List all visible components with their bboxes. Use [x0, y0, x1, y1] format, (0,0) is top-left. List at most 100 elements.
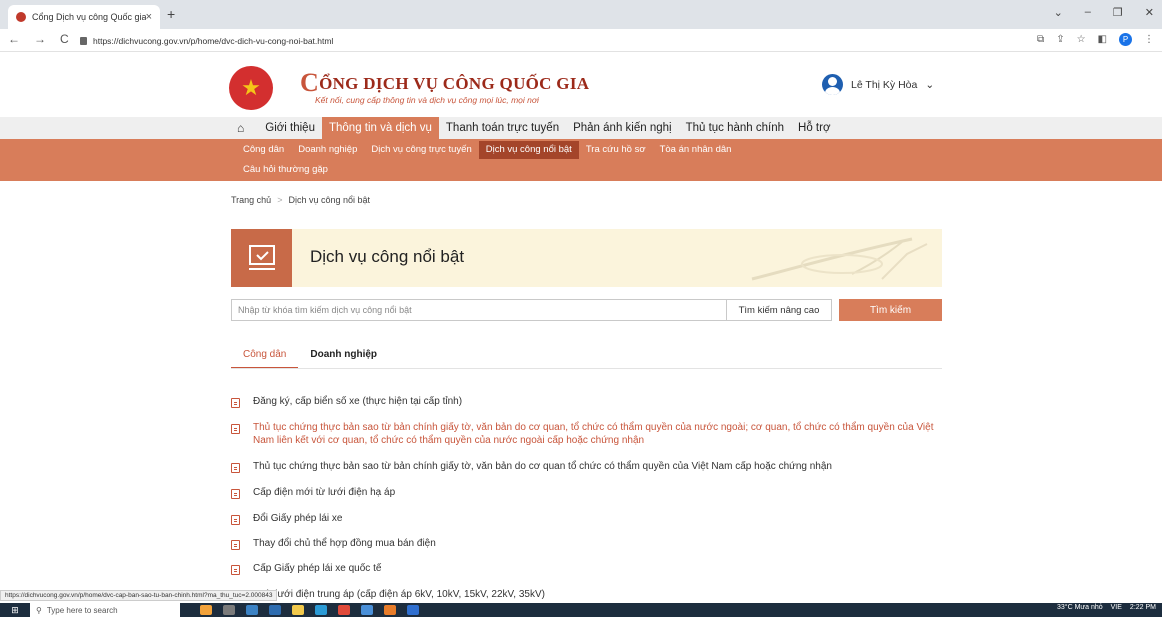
service-title[interactable]: Đổi Giấy phép lái xe — [253, 513, 943, 526]
service-list-item[interactable]: Thay đổi chủ thể hợp đồng mua bán điện — [231, 538, 943, 551]
mail-icon[interactable] — [269, 605, 281, 615]
service-title[interactable]: Đăng ký, cấp biển số xe (thực hiện tại c… — [253, 396, 943, 409]
subnav-item-dich-vu-cong-noi-bat[interactable]: Dịch vụ công nổi bật — [478, 141, 579, 159]
subnav-item-doanh-nghiep[interactable]: Doanh nghiệp — [291, 141, 364, 159]
reload-icon[interactable]: C — [60, 32, 69, 46]
tab-cong-dan[interactable]: Công dân — [231, 345, 299, 369]
tab-search-icon[interactable]: ⌄ — [1054, 6, 1063, 19]
store-icon[interactable] — [361, 605, 373, 615]
browser-toolbar-icons: ⧉ ⇪ ☆ ◧ P ⋮ — [1037, 33, 1154, 46]
nav-item-thanh-toan-truc-tuyen[interactable]: Thanh toán trực tuyến — [439, 117, 566, 139]
home-icon[interactable]: ⌂ — [237, 121, 244, 135]
subnav-item-dich-vu-cong-truc-tuyen[interactable]: Dịch vụ công trực tuyến — [364, 141, 478, 159]
service-list-item[interactable]: Cấp điện mới từ lưới điện hạ áp — [231, 487, 943, 500]
browser-tab-bar: Cổng Dịch vụ công Quốc gia × + ⌄ – ❐ ✕ — [0, 0, 1162, 29]
system-tray: 33°C Mưa nhỏ VIE 2:22 PM — [1057, 604, 1156, 611]
lock-icon[interactable] — [80, 36, 87, 45]
chevron-down-icon: ⌄ — [925, 78, 935, 91]
word-icon[interactable] — [407, 605, 419, 615]
forward-arrow-icon[interactable]: → — [34, 32, 46, 46]
main-navigation: ⌂ Giới thiệu Thông tin và dịch vụ Thanh to… — [0, 117, 1162, 139]
national-emblem-logo[interactable]: ★ — [229, 66, 273, 110]
service-title[interactable]: Thay đổi chủ thể hợp đồng mua bán điện — [253, 538, 943, 551]
service-title[interactable]: Thủ tục chứng thực bản sao từ bản chính … — [253, 461, 943, 474]
page-title: Dịch vụ công nổi bật — [310, 247, 465, 266]
taskbar-apps — [200, 605, 419, 615]
taskbar-search[interactable]: ⚲ Type here to search — [30, 603, 180, 617]
service-list-item[interactable]: Thủ tục chứng thực bản sao từ bản chính … — [231, 461, 943, 474]
service-list-item[interactable]: Đổi Giấy phép lái xe — [231, 513, 943, 526]
bronze-drum-pattern-icon — [751, 237, 928, 281]
audience-tabs: Công dân Doanh nghiệp — [231, 345, 389, 369]
tab-close-icon[interactable]: × — [146, 11, 152, 23]
document-icon — [231, 424, 240, 434]
app-icon[interactable] — [200, 605, 212, 615]
back-arrow-icon[interactable]: ← — [8, 32, 20, 46]
app-icon[interactable] — [384, 605, 396, 615]
service-title[interactable]: Thủ tục chứng thực bản sao từ bản chính … — [253, 422, 943, 447]
link-status-bar: https://dichvucong.gov.vn/p/home/dvc-cap… — [0, 590, 278, 601]
service-list-item[interactable]: Thủ tục chứng thực bản sao từ bản chính … — [231, 422, 943, 447]
language-indicator[interactable]: VIE — [1111, 604, 1122, 611]
user-menu[interactable]: Lê Thị Kỳ Hòa ⌄ — [822, 74, 934, 95]
document-icon — [231, 398, 240, 408]
advanced-search-button[interactable]: Tìm kiếm nâng cao — [726, 300, 831, 320]
document-icon — [231, 565, 240, 575]
search-icon: ⚲ — [36, 605, 42, 615]
sidebar-icon[interactable]: ◧ — [1098, 34, 1107, 45]
subnav-item-cau-hoi-thuong-gap[interactable]: Câu hỏi thường gặp — [236, 161, 335, 179]
close-window-button[interactable]: ✕ — [1145, 6, 1154, 19]
nav-item-thong-tin-va-dich-vu[interactable]: Thông tin và dịch vụ — [321, 117, 439, 139]
translate-icon[interactable]: ⧉ — [1037, 34, 1044, 45]
subnav-item-cong-dan[interactable]: Công dân — [236, 141, 291, 159]
minimize-button[interactable]: – — [1085, 6, 1091, 19]
share-icon[interactable]: ⇪ — [1056, 34, 1064, 45]
file-explorer-icon[interactable] — [292, 605, 304, 615]
breadcrumb-current: Dịch vụ công nổi bật — [288, 195, 371, 205]
list-item-partial[interactable]: từ lưới điện trung áp (cấp điện áp 6kV, … — [263, 589, 545, 600]
nav-item-gioi-thieu[interactable]: Giới thiệu — [258, 117, 322, 139]
site-subtitle: Kết nối, cung cấp thông tin và dịch vụ c… — [315, 95, 539, 105]
tabs-divider — [231, 368, 942, 369]
search-button[interactable]: Tìm kiếm — [839, 299, 942, 321]
edge-icon[interactable] — [246, 605, 258, 615]
url-field[interactable]: https://dichvucong.gov.vn/p/home/dvc-dic… — [80, 32, 1040, 49]
service-title[interactable]: Cấp điện mới từ lưới điện hạ áp — [253, 487, 943, 500]
weather-text[interactable]: 33°C Mưa nhỏ — [1057, 604, 1103, 611]
star-icon: ★ — [241, 75, 261, 100]
chrome-icon[interactable] — [338, 605, 350, 615]
maximize-button[interactable]: ❐ — [1113, 6, 1123, 19]
service-title[interactable]: Cấp Giấy phép lái xe quốc tế — [253, 563, 943, 576]
service-list-item[interactable]: Cấp Giấy phép lái xe quốc tế — [231, 563, 943, 576]
document-icon — [231, 540, 240, 550]
new-tab-button[interactable]: + — [167, 6, 175, 22]
app-icon[interactable] — [315, 605, 327, 615]
browser-tab[interactable]: Cổng Dịch vụ công Quốc gia × — [8, 5, 160, 29]
subnav-item-toa-an-nhan-dan[interactable]: Tòa án nhân dân — [653, 141, 739, 159]
search-bar: Tìm kiếm nâng cao — [231, 299, 832, 321]
nav-item-phan-anh-kien-nghi[interactable]: Phản ánh kiến nghị — [566, 117, 678, 139]
page-banner: Dịch vụ công nổi bật — [231, 229, 942, 287]
browser-menu-icon[interactable]: ⋮ — [1144, 34, 1154, 45]
breadcrumb-home[interactable]: Trang chủ — [231, 195, 271, 205]
clock[interactable]: 2:22 PM — [1130, 604, 1156, 611]
site-title[interactable]: CỔNG DỊCH VỤ CÔNG QUỐC GIA — [300, 68, 589, 98]
windows-start-icon[interactable]: ⊞ — [0, 605, 30, 616]
service-list-item[interactable]: Đăng ký, cấp biển số xe (thực hiện tại c… — [231, 396, 943, 409]
search-input[interactable] — [232, 300, 726, 320]
subnav-item-tra-cuu-ho-so[interactable]: Tra cứu hồ sơ — [579, 141, 653, 159]
taskbar-search-placeholder: Type here to search — [46, 605, 118, 615]
tab-doanh-nghiep[interactable]: Doanh nghiệp — [298, 345, 389, 369]
url-text: https://dichvucong.gov.vn/p/home/dvc-dic… — [93, 35, 334, 46]
nav-item-ho-tro[interactable]: Hỗ trợ — [791, 117, 837, 139]
bookmark-star-icon[interactable]: ☆ — [1077, 34, 1086, 45]
breadcrumb: Trang chủ > Dịch vụ công nổi bật — [231, 195, 370, 205]
breadcrumb-separator: > — [277, 195, 283, 205]
user-name: Lê Thị Kỳ Hòa — [851, 78, 918, 91]
nav-item-thu-tuc-hanh-chinh[interactable]: Thủ tục hành chính — [679, 117, 791, 139]
task-view-icon[interactable] — [223, 605, 235, 615]
browser-tab-title: Cổng Dịch vụ công Quốc gia — [32, 12, 146, 22]
profile-avatar[interactable]: P — [1119, 33, 1132, 46]
site-favicon-icon — [16, 12, 26, 22]
document-icon — [231, 515, 240, 525]
